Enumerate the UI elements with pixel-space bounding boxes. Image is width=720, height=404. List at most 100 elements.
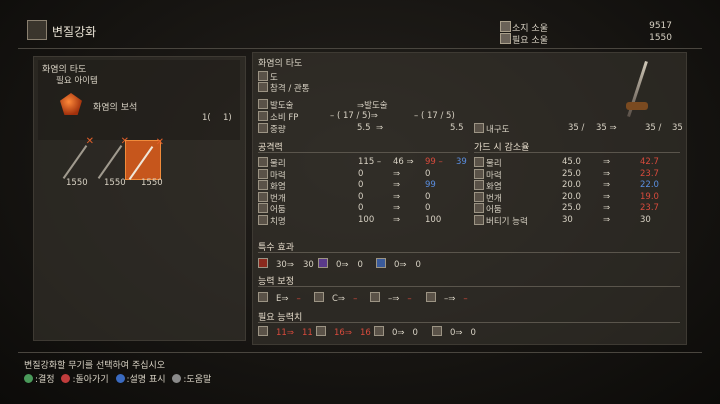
- footer-divider: [18, 352, 702, 353]
- guard-stat-name: 번개: [486, 193, 502, 204]
- fp-row: 소비 FP: [258, 111, 298, 123]
- poison-icon: [318, 258, 328, 268]
- scaling-item: –⇒ –: [370, 292, 412, 304]
- description-action[interactable]: :설명 표시: [115, 374, 166, 385]
- weapon-slot-3-selected[interactable]: ✕: [125, 137, 164, 180]
- skill-icon: [258, 99, 268, 109]
- required-souls-row: 필요 소울 1550: [500, 33, 672, 46]
- guard-row-label: 마력: [474, 168, 502, 181]
- scaling-item: E⇒ –: [258, 292, 301, 304]
- confirm-action[interactable]: :결정: [24, 374, 55, 385]
- requirement-stat-icon: [258, 326, 268, 336]
- page-title: 변질강화: [52, 25, 97, 39]
- header-divider: [18, 48, 702, 49]
- attack-after: 0: [425, 203, 431, 213]
- weight-row: 중량: [258, 123, 286, 135]
- guard-stat-icon: [474, 191, 484, 202]
- stat-icon: [258, 180, 268, 190]
- back-label: :돌아가기: [72, 375, 109, 385]
- requirement-before: 0⇒: [450, 328, 463, 338]
- weapon-hilt-icon: [626, 102, 648, 110]
- weight-before: 5.5: [357, 123, 371, 133]
- attack-base: 115 –: [358, 157, 382, 167]
- attack-base: 100: [358, 214, 375, 225]
- requirement-item: 0⇒ 0: [374, 326, 418, 338]
- scaling-after: –: [463, 294, 468, 304]
- attack-stat-name: 치명: [270, 216, 286, 227]
- scaling-before: –⇒: [444, 294, 456, 304]
- guard-stat-icon: [474, 180, 484, 190]
- requirement-after: 16: [359, 328, 371, 338]
- help-label: :도움말: [183, 375, 212, 385]
- guard-row-label: 어둠: [474, 203, 502, 215]
- attack-stat-name: 마력: [270, 170, 286, 181]
- description-button-icon: [115, 374, 125, 383]
- special-2-before: 0⇒: [336, 260, 349, 270]
- unavailable-x-icon: ✕: [155, 137, 164, 148]
- weapon-slot-2[interactable]: ✕: [95, 136, 129, 180]
- guard-arrow: ⇒: [603, 168, 611, 179]
- soul-icon: [500, 33, 511, 44]
- scaling-stat-icon: [370, 292, 380, 302]
- weight-label: 중량: [270, 125, 286, 135]
- guard-stat-icon: [474, 157, 484, 167]
- requirement-before: 11⇒: [276, 328, 294, 338]
- attack-add: ⇒: [393, 180, 401, 190]
- guard-after: 22.0: [640, 180, 659, 190]
- special-effect-3: 0⇒ 0: [376, 258, 421, 270]
- requirement-item: 16⇒ 16: [316, 326, 371, 338]
- weapon-cost-2: 1550: [104, 178, 126, 188]
- help-button-icon: [172, 374, 182, 383]
- help-action[interactable]: :도움말: [172, 374, 212, 385]
- requirement-stat-icon: [374, 326, 384, 336]
- guard-after: 23.7: [640, 203, 659, 213]
- special-2-after: 0: [357, 260, 363, 270]
- durability-a: 35 /: [568, 123, 585, 133]
- skill-label: 발도술: [270, 101, 294, 111]
- scaling-item: –⇒ –: [426, 292, 468, 304]
- attack-stat-name: 화염: [270, 182, 286, 192]
- required-souls-value: 1550: [649, 33, 672, 43]
- guard-after: 23.7: [640, 168, 659, 179]
- guard-row-label: 버티기 능력: [474, 214, 528, 227]
- scaling-after: –: [296, 294, 301, 304]
- attack-after: 100: [425, 214, 442, 225]
- guard-row-label: 번개: [474, 191, 502, 204]
- weapon-cost-3: 1550: [141, 178, 163, 188]
- skill-row: 발도술: [258, 99, 293, 111]
- scaling-item: C⇒ –: [314, 292, 357, 304]
- scaling-after: –: [407, 294, 412, 304]
- guard-arrow: ⇒: [603, 191, 611, 202]
- attack-after: 0: [425, 168, 431, 179]
- katana-icon: [97, 145, 123, 179]
- requirement-after: 0: [470, 328, 476, 338]
- fp-icon: [258, 111, 268, 121]
- scaling-stat-icon: [258, 292, 268, 302]
- special-1-after: 30: [302, 260, 314, 270]
- guard-divider: [474, 152, 680, 153]
- guard-before: 20.0: [562, 191, 581, 202]
- arrow-glyph: ⇒: [376, 123, 384, 133]
- attack-base: 0: [358, 203, 364, 213]
- weapon-slot-1[interactable]: ✕: [60, 136, 94, 180]
- special-effect-2: 0⇒ 0: [318, 258, 363, 270]
- katana-icon: [62, 145, 88, 179]
- attack-divider: [258, 152, 468, 153]
- attack-add: ⇒: [393, 203, 401, 213]
- requirement-item: 11⇒ 11: [258, 326, 313, 338]
- guard-stat-name: 화염: [486, 182, 502, 192]
- back-action[interactable]: :돌아가기: [61, 374, 109, 385]
- special-effect-1: 30⇒ 30: [258, 258, 314, 270]
- confirm-label: :결정: [35, 375, 55, 385]
- special-3-after: 0: [415, 260, 421, 270]
- scaling-before: E⇒: [276, 294, 289, 304]
- attack-row-label: 치명: [258, 214, 286, 227]
- fp-label: 소비 FP: [270, 113, 299, 123]
- attack-base: 0: [358, 168, 364, 179]
- requirements-divider: [258, 322, 680, 323]
- guard-stat-name: 어둠: [486, 205, 502, 215]
- attack-row-label: 물리: [258, 157, 286, 169]
- guard-arrow: ⇒: [603, 180, 611, 190]
- anvil-icon: [27, 20, 47, 40]
- attack-type-icon: [258, 82, 268, 92]
